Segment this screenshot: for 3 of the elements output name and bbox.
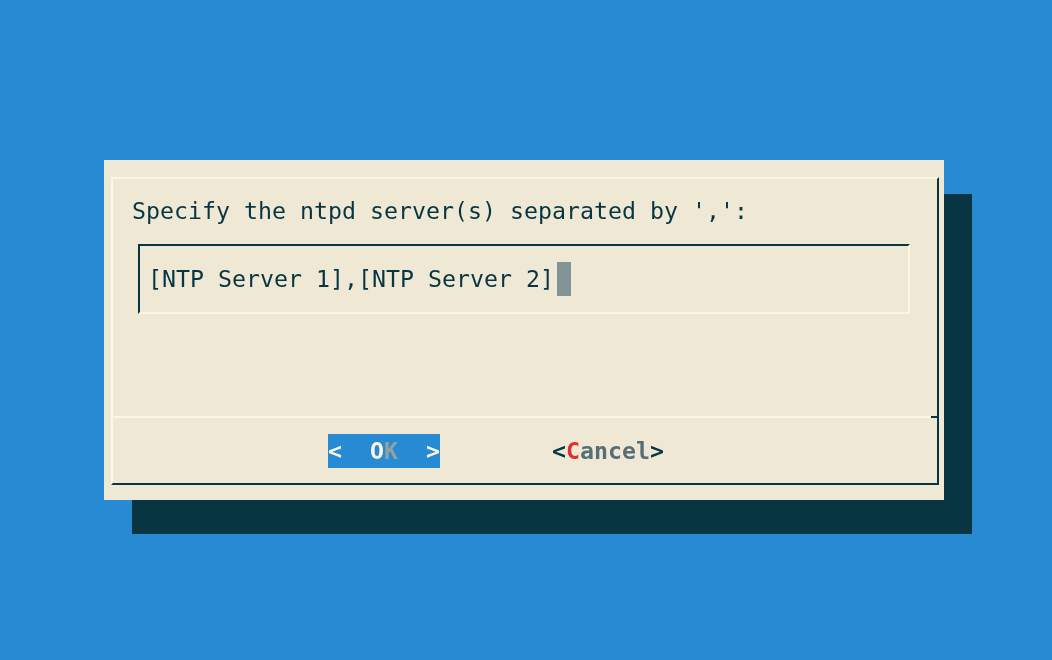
dialog-button[interactable]: <Cancel>	[552, 434, 664, 468]
input-field[interactable]: [NTP Server 1],[NTP Server 2]	[138, 244, 910, 314]
prompt-text: Specify the ntpd server(s) separated by ',':	[132, 196, 748, 226]
